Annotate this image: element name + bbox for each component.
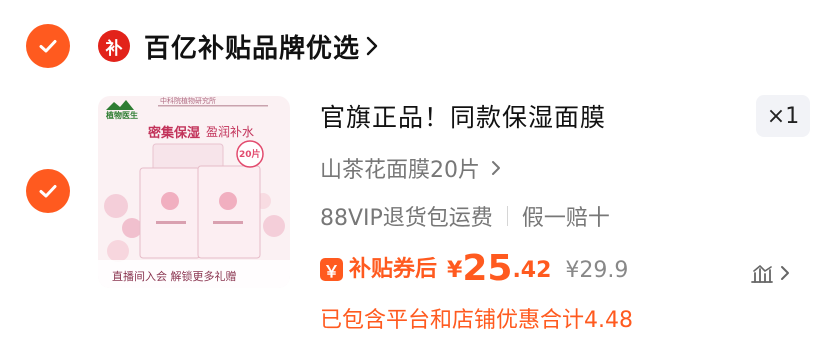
product-spec: 山茶花面膜20片 xyxy=(320,158,480,183)
item-select-checkbox[interactable] xyxy=(26,169,70,213)
product-thumbnail[interactable]: 植物医生 中科院植物研究所 密集保湿 盈润补水 20片 直播间入会 解锁更多礼赠 xyxy=(98,96,290,288)
discount-note: 已包含平台和店铺优惠合计4.48 xyxy=(320,308,633,333)
shop-name[interactable]: 百亿补贴品牌优选 xyxy=(144,28,360,65)
thumbnail-headline-main: 密集保湿 xyxy=(148,126,201,141)
thumbnail-footer: 直播间入会 解锁更多礼赠 xyxy=(112,270,237,283)
thumbnail-badge: 20片 xyxy=(239,150,261,160)
thumbnail-slogan: 中科院植物研究所 xyxy=(160,97,216,105)
service-tags: 88VIP退货包运费 假一赔十 xyxy=(320,200,610,232)
price-row: ￥ 补贴券后 ¥ 25 .42 ¥29.9 xyxy=(320,244,628,290)
chevron-right-icon xyxy=(781,266,789,280)
check-icon xyxy=(39,40,57,53)
chevron-right-icon[interactable] xyxy=(364,35,380,57)
product-title[interactable]: 官旗正品！同款保湿面膜 xyxy=(320,98,606,134)
check-icon xyxy=(39,185,57,198)
service-tag: 假一赔十 xyxy=(521,206,610,231)
price-decimal: .42 xyxy=(512,258,552,283)
coupon-label: 补贴券后 xyxy=(349,257,438,282)
service-tag: 88VIP退货包运费 xyxy=(320,206,493,231)
price-integer: 25 xyxy=(462,248,513,289)
shop-header[interactable]: 补 百亿补贴品牌优选 xyxy=(98,24,380,68)
thumbnail-headline-sub: 盈润补水 xyxy=(206,125,255,139)
shop-logo: 补 xyxy=(98,30,130,62)
price-trend-icon xyxy=(751,265,773,283)
quantity-badge[interactable]: ×1 xyxy=(756,95,810,137)
chevron-right-icon xyxy=(492,161,500,175)
coupon-icon: ￥ xyxy=(320,258,343,281)
thumbnail-brand: 植物医生 xyxy=(106,111,138,120)
divider xyxy=(506,206,508,226)
original-price: ¥29.9 xyxy=(565,258,629,283)
product-spec-selector[interactable]: 山茶花面膜20片 xyxy=(320,152,502,184)
price-currency: ¥ xyxy=(447,258,463,283)
shop-select-checkbox[interactable] xyxy=(26,24,70,68)
price-trend-button[interactable] xyxy=(750,262,790,284)
